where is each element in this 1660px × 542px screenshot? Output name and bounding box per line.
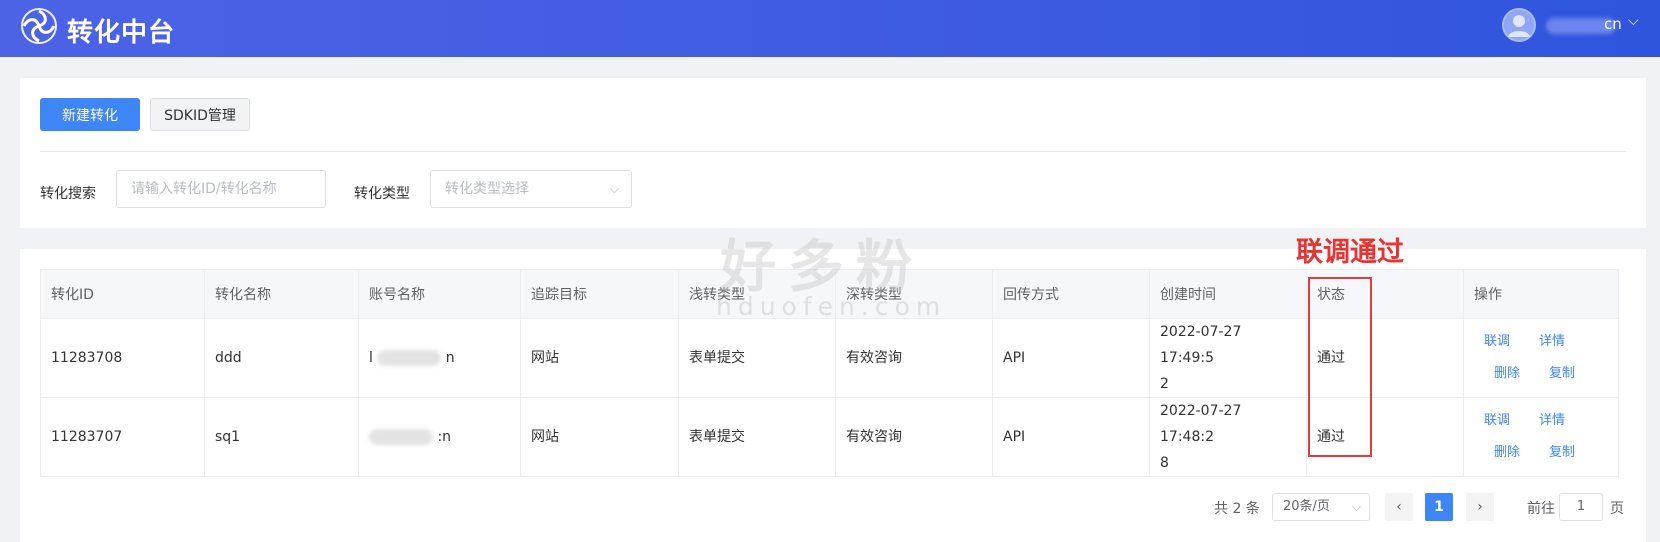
- cell-deep: 有效咨询: [835, 318, 993, 398]
- created-line-2: 2: [1160, 376, 1169, 392]
- copy-link[interactable]: 复制: [1539, 440, 1594, 466]
- cell-id: 11283708: [40, 318, 205, 398]
- page-size-value: 20条/页: [1283, 499, 1330, 514]
- user-avatar[interactable]: [1502, 8, 1536, 42]
- type-select[interactable]: 转化类型选择 ⌵: [430, 170, 632, 208]
- table-row: 11283708 ddd l n 网站 表单提交 有效咨询 API 2022-0…: [40, 318, 1619, 398]
- col-header-target: 追踪目标: [520, 269, 679, 319]
- goto-prefix: 前往: [1527, 501, 1555, 517]
- cell-shallow: 表单提交: [678, 397, 836, 477]
- sdkid-manage-button[interactable]: SDKID管理: [150, 98, 250, 131]
- cell-id: 11283707: [40, 397, 205, 477]
- cell-created: 2022-07-27 17:48:2 8: [1149, 397, 1307, 477]
- created-line-1: 2022-07-27 17:48:2: [1160, 403, 1242, 445]
- delete-link[interactable]: 删除: [1484, 440, 1539, 466]
- col-header-account: 账号名称: [358, 269, 521, 319]
- debug-link[interactable]: 联调: [1484, 329, 1539, 355]
- cell-created: 2022-07-27 17:49:5 2: [1149, 318, 1307, 398]
- col-header-ops: 操作: [1463, 269, 1619, 319]
- search-label: 转化搜索: [40, 186, 96, 202]
- table-row: 11283707 sq1 :n 网站 表单提交 有效咨询 API 2022-07…: [40, 397, 1619, 477]
- goto-page-input[interactable]: 1: [1559, 493, 1603, 521]
- prev-page-button[interactable]: ‹: [1385, 493, 1413, 521]
- delete-link[interactable]: 删除: [1484, 361, 1539, 387]
- annotation-label: 联调通过: [1296, 237, 1404, 268]
- filter-panel: 新建转化 SDKID管理 转化搜索 请输入转化ID/转化名称 转化类型 转化类型…: [20, 78, 1646, 228]
- type-placeholder: 转化类型选择: [445, 181, 529, 197]
- detail-link[interactable]: 详情: [1539, 329, 1594, 355]
- copy-link[interactable]: 复制: [1539, 361, 1594, 387]
- goto-suffix: 页: [1610, 501, 1624, 517]
- cell-shallow: 表单提交: [678, 318, 836, 398]
- page-size-select[interactable]: 20条/页 ⌵: [1272, 493, 1370, 521]
- debug-link[interactable]: 联调: [1484, 408, 1539, 434]
- app-title: 转化中台: [67, 18, 176, 48]
- cell-name: sq1: [204, 397, 359, 477]
- created-line-2: 8: [1160, 455, 1169, 471]
- cell-method: API: [992, 318, 1150, 398]
- logo-icon: [21, 8, 57, 44]
- next-page-button[interactable]: ›: [1466, 493, 1494, 521]
- account-suffix: n: [445, 350, 455, 366]
- col-header-id: 转化ID: [40, 269, 205, 319]
- account-redacted: [377, 350, 442, 366]
- annotation-highlight-box: [1308, 277, 1372, 457]
- search-input[interactable]: 请输入转化ID/转化名称: [116, 170, 326, 208]
- watermark-text: 好多粉: [720, 235, 924, 300]
- cell-target: 网站: [520, 318, 679, 398]
- col-header-method: 回传方式: [992, 269, 1150, 319]
- type-label: 转化类型: [354, 186, 410, 202]
- new-conversion-button[interactable]: 新建转化: [40, 98, 140, 131]
- chevron-down-icon[interactable]: ⌵: [1628, 13, 1639, 29]
- pagination-total: 共 2 条: [1214, 501, 1260, 517]
- chevron-down-icon: ⌵: [1351, 500, 1361, 514]
- page-number-button[interactable]: 1: [1425, 493, 1453, 521]
- created-line-1: 2022-07-27 17:49:5: [1160, 324, 1242, 366]
- cell-ops: 联调 详情 删除 复制: [1463, 318, 1619, 398]
- cell-target: 网站: [520, 397, 679, 477]
- account-redacted: [369, 429, 433, 445]
- chevron-down-icon: ⌵: [609, 182, 619, 196]
- search-placeholder: 请输入转化ID/转化名称: [131, 181, 277, 197]
- user-name[interactable]: cn: [1604, 15, 1622, 33]
- watermark-url: hduofen.com: [716, 292, 947, 321]
- cell-account: l n: [358, 318, 521, 398]
- cell-method: API: [992, 397, 1150, 477]
- col-header-created: 创建时间: [1149, 269, 1307, 319]
- cell-account: :n: [358, 397, 521, 477]
- account-suffix: :n: [437, 429, 452, 445]
- col-header-name: 转化名称: [204, 269, 359, 319]
- detail-link[interactable]: 详情: [1539, 408, 1594, 434]
- cell-deep: 有效咨询: [835, 397, 993, 477]
- cell-name: ddd: [204, 318, 359, 398]
- user-icon: [1508, 15, 1530, 37]
- app-header: 转化中台 cn ⌵: [0, 0, 1660, 57]
- cell-ops: 联调 详情 删除 复制: [1463, 397, 1619, 477]
- divider: [40, 151, 1626, 152]
- account-prefix: l: [369, 350, 373, 366]
